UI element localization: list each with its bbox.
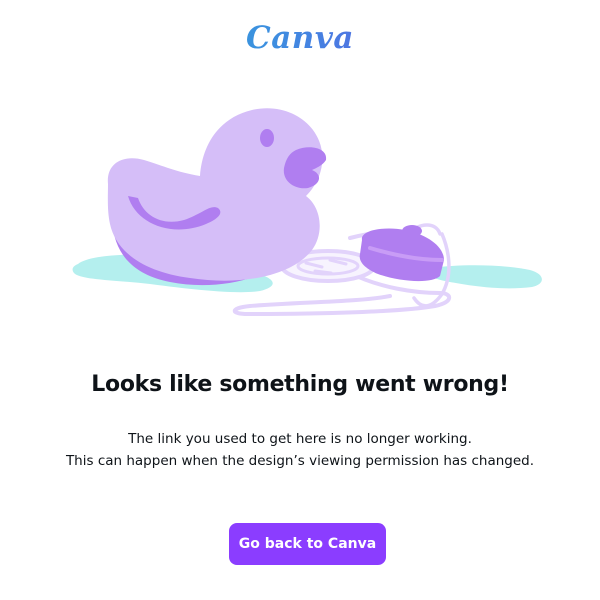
canva-logo[interactable]: Canva (0, 16, 600, 60)
go-back-button[interactable]: Go back to Canva (229, 523, 386, 565)
error-message: The link you used to get here is no long… (0, 428, 600, 472)
error-message-line-1: The link you used to get here is no long… (128, 431, 472, 447)
rubber-duck-drain-plug-icon (72, 108, 542, 317)
error-message-line-2: This can happen when the design’s viewin… (65, 453, 535, 469)
error-page: Canva Looks like something went wrong! T… (0, 0, 600, 600)
error-headline: Looks like something went wrong! (91, 372, 509, 397)
